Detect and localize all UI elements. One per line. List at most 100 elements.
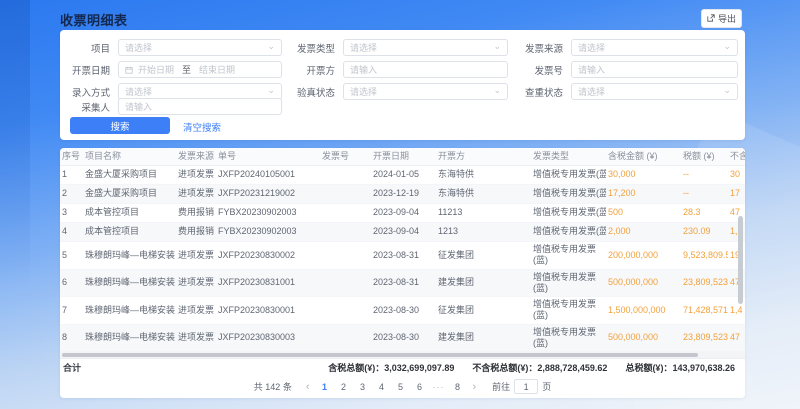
table-cell: 金盛大厦采购项目 bbox=[83, 169, 176, 180]
table-cell: 增值税专用发票(蓝) bbox=[531, 327, 606, 350]
table-cell: 2 bbox=[60, 188, 83, 199]
table-cell: 17 bbox=[728, 188, 745, 199]
table-cell: 增值税专用发票(蓝) bbox=[531, 169, 606, 180]
export-button[interactable]: 导出 bbox=[701, 9, 742, 28]
chevron-down-icon: ⌄ bbox=[267, 85, 275, 96]
page-number-3[interactable]: 3 bbox=[356, 380, 370, 394]
table-cell: 23,809,523.81 bbox=[681, 277, 728, 288]
totals-row: 合计 含税总额(¥)：3,032,699,097.89 不含税总额(¥)：2,8… bbox=[60, 358, 745, 375]
table-cell: 进项发票 bbox=[176, 250, 216, 261]
search-button[interactable]: 搜索 bbox=[70, 117, 170, 134]
table-row[interactable]: 1金盛大厦采购项目进项发票JXFP202401050012024-01-05东海… bbox=[60, 166, 745, 185]
total-excl-tax: 不含税总额(¥)：2,888,728,459.62 bbox=[472, 361, 607, 374]
table-cell: 建发集团 bbox=[436, 332, 531, 343]
table-cell: 1,500,000,000 bbox=[606, 305, 681, 316]
horizontal-scrollbar[interactable] bbox=[62, 353, 698, 357]
table-cell: 珠穆朗玛峰—电梯安装 bbox=[83, 250, 176, 261]
entry-method-label: 录入方式 bbox=[60, 85, 118, 99]
table-cell: 东海特供 bbox=[436, 188, 531, 199]
export-label: 导出 bbox=[718, 12, 736, 25]
table-cell: 1,4 bbox=[728, 305, 745, 316]
page-number-4[interactable]: 4 bbox=[375, 380, 389, 394]
table-cell: 47 bbox=[728, 332, 745, 343]
table-row[interactable]: 6珠穆朗玛峰—电梯安装进项发票JXFP202308310012023-08-31… bbox=[60, 270, 745, 298]
table-cell: 成本管控项目 bbox=[83, 207, 176, 218]
total-tax: 总税额(¥)：143,970,638.26 bbox=[625, 361, 735, 374]
table-cell: 3 bbox=[60, 207, 83, 218]
table-cell: 建发集团 bbox=[436, 277, 531, 288]
next-page-button[interactable]: › bbox=[470, 381, 480, 393]
clear-search-link[interactable]: 清空搜索 bbox=[183, 120, 221, 134]
totals-label: 合计 bbox=[63, 361, 81, 374]
dup-status-select[interactable]: 请选择 ⌄ bbox=[571, 83, 738, 100]
invoice-source-select[interactable]: 请选择 ⌄ bbox=[571, 39, 738, 56]
table-cell: 17,200 bbox=[606, 188, 681, 199]
invoice-type-select[interactable]: 请选择 ⌄ bbox=[343, 39, 508, 56]
vertical-scrollbar[interactable] bbox=[738, 216, 743, 304]
table-cell: 征发集团 bbox=[436, 250, 531, 261]
table-cell: 费用报销 bbox=[176, 226, 216, 237]
table-cell: -- bbox=[681, 188, 728, 199]
invoice-type-label: 发票类型 bbox=[282, 41, 343, 55]
column-header-2: 发票来源 bbox=[176, 151, 216, 162]
table-cell: 6 bbox=[60, 277, 83, 288]
page-number-2[interactable]: 2 bbox=[337, 380, 351, 394]
issuer-label: 开票方 bbox=[282, 63, 343, 77]
table-cell: 1 bbox=[60, 169, 83, 180]
table-cell: 230.09 bbox=[681, 226, 728, 237]
project-select[interactable]: 请选择 ⌄ bbox=[118, 39, 282, 56]
chevron-down-icon: ⌄ bbox=[493, 41, 501, 52]
table-cell: 增值税专用发票(蓝) bbox=[531, 299, 606, 322]
date-separator: 至 bbox=[182, 63, 191, 76]
table-row[interactable]: 5珠穆朗玛峰—电梯安装进项发票JXFP202308300022023-08-31… bbox=[60, 242, 745, 270]
goto-page-input[interactable] bbox=[514, 379, 538, 394]
filter-panel: 项目 请选择 ⌄ 发票类型 请选择 ⌄ 发票来源 请选择 ⌄ 开票日期 开始日期… bbox=[60, 30, 745, 140]
page-number-5[interactable]: 5 bbox=[394, 380, 408, 394]
start-date-input[interactable]: 开始日期 bbox=[138, 63, 174, 76]
table-cell: 4 bbox=[60, 226, 83, 237]
table-cell: 71,428,571.43 bbox=[681, 305, 728, 316]
collector-label: 采集人 bbox=[60, 100, 118, 114]
table-row[interactable]: 7珠穆朗玛峰—电梯安装进项发票JXFP202308300012023-08-30… bbox=[60, 297, 745, 325]
invoice-date-label: 开票日期 bbox=[60, 63, 118, 77]
invoice-date-range[interactable]: 开始日期 至 结束日期 bbox=[118, 61, 282, 78]
table-cell: 费用报销 bbox=[176, 207, 216, 218]
chevron-down-icon: ⌄ bbox=[267, 41, 275, 52]
table-cell: 进项发票 bbox=[176, 277, 216, 288]
page-ellipsis[interactable]: ··· bbox=[432, 380, 446, 394]
table-cell: 7 bbox=[60, 305, 83, 316]
end-date-input[interactable]: 结束日期 bbox=[199, 63, 235, 76]
table-cell: 30 bbox=[728, 169, 745, 180]
invoice-no-input[interactable]: 请输入 bbox=[571, 61, 738, 78]
verify-status-select[interactable]: 请选择 ⌄ bbox=[343, 83, 508, 100]
chevron-down-icon: ⌄ bbox=[493, 85, 501, 96]
table-cell: 2023-08-30 bbox=[371, 305, 436, 316]
column-header-10: 不含税金额 (¥) bbox=[728, 151, 745, 162]
table-cell: 进项发票 bbox=[176, 305, 216, 316]
table-cell: 28.3 bbox=[681, 207, 728, 218]
table-cell: -- bbox=[681, 169, 728, 180]
table-cell: 2023-09-04 bbox=[371, 207, 436, 218]
page-number-1[interactable]: 1 bbox=[318, 380, 332, 394]
chevron-down-icon: ⌄ bbox=[723, 41, 731, 52]
pagination: 共 142 条 ‹ 123456···8 › 前往 页 bbox=[60, 375, 745, 398]
table-row[interactable]: 8珠穆朗玛峰—电梯安装进项发票JXFP202308300032023-08-30… bbox=[60, 325, 745, 353]
table-row[interactable]: 2金盛大厦采购项目进项发票JXFP202312190022023-12-19东海… bbox=[60, 185, 745, 204]
page-number-8[interactable]: 8 bbox=[451, 380, 465, 394]
table-cell: 5 bbox=[60, 250, 83, 261]
table-cell: JXFP20230830001 bbox=[216, 305, 320, 316]
page-number-6[interactable]: 6 bbox=[413, 380, 427, 394]
column-header-8: 含税金额 (¥) bbox=[606, 151, 681, 162]
table-cell: 进项发票 bbox=[176, 188, 216, 199]
invoice-table: 序号项目名称发票来源单号发票号开票日期开票方发票类型含税金额 (¥)税额 (¥)… bbox=[60, 148, 745, 398]
prev-page-button[interactable]: ‹ bbox=[303, 381, 313, 393]
table-cell: 2023-09-04 bbox=[371, 226, 436, 237]
issuer-input[interactable]: 请输入 bbox=[343, 61, 508, 78]
collector-input[interactable]: 请输入 bbox=[118, 98, 282, 115]
dup-status-label: 查重状态 bbox=[508, 85, 571, 99]
table-body: 1金盛大厦采购项目进项发票JXFP202401050012024-01-05东海… bbox=[60, 166, 745, 352]
table-row[interactable]: 4成本管控项目费用报销FYBX202309020032023-09-041213… bbox=[60, 223, 745, 242]
table-cell: JXFP20230830003 bbox=[216, 332, 320, 343]
goto-page: 前往 页 bbox=[492, 379, 551, 394]
table-row[interactable]: 3成本管控项目费用报销FYBX202309020032023-09-041121… bbox=[60, 204, 745, 223]
